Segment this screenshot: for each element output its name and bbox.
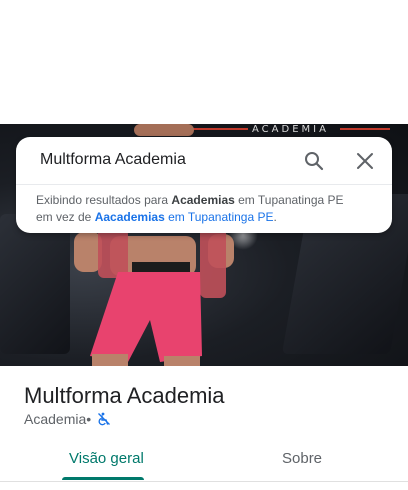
active-tab-indicator [62,477,144,480]
tab-about[interactable]: Sobre [282,450,322,467]
search-card: Multforma Academia Exibindo resultados p… [16,137,392,233]
notice-text: em Tupanatinga PE [234,193,344,207]
tabs-divider [0,481,408,482]
place-tabs: Visão geral Sobre [0,440,408,482]
meta-separator: • [86,411,92,427]
search-bar[interactable]: Multforma Academia [16,137,392,185]
notice-term: Academias [171,193,235,207]
notice-text: . [273,210,277,224]
spelling-notice: Exibindo resultados para Academias em Tu… [36,192,376,226]
close-icon[interactable] [353,149,377,173]
no-wheelchair-access-icon [97,412,111,426]
notice-text: em vez de [36,210,95,224]
notice-text: Exibindo resultados para [36,193,172,207]
blank-top-area [0,0,408,124]
place-meta: Academia • [24,411,111,427]
search-instead-link[interactable]: Aacademias em Tupanatinga PE [95,210,274,224]
place-category: Academia [24,411,87,427]
search-icon[interactable] [302,149,326,173]
search-input[interactable]: Multforma Academia [40,151,186,169]
tab-overview[interactable]: Visão geral [69,450,144,467]
place-title: Multforma Academia [24,383,225,408]
